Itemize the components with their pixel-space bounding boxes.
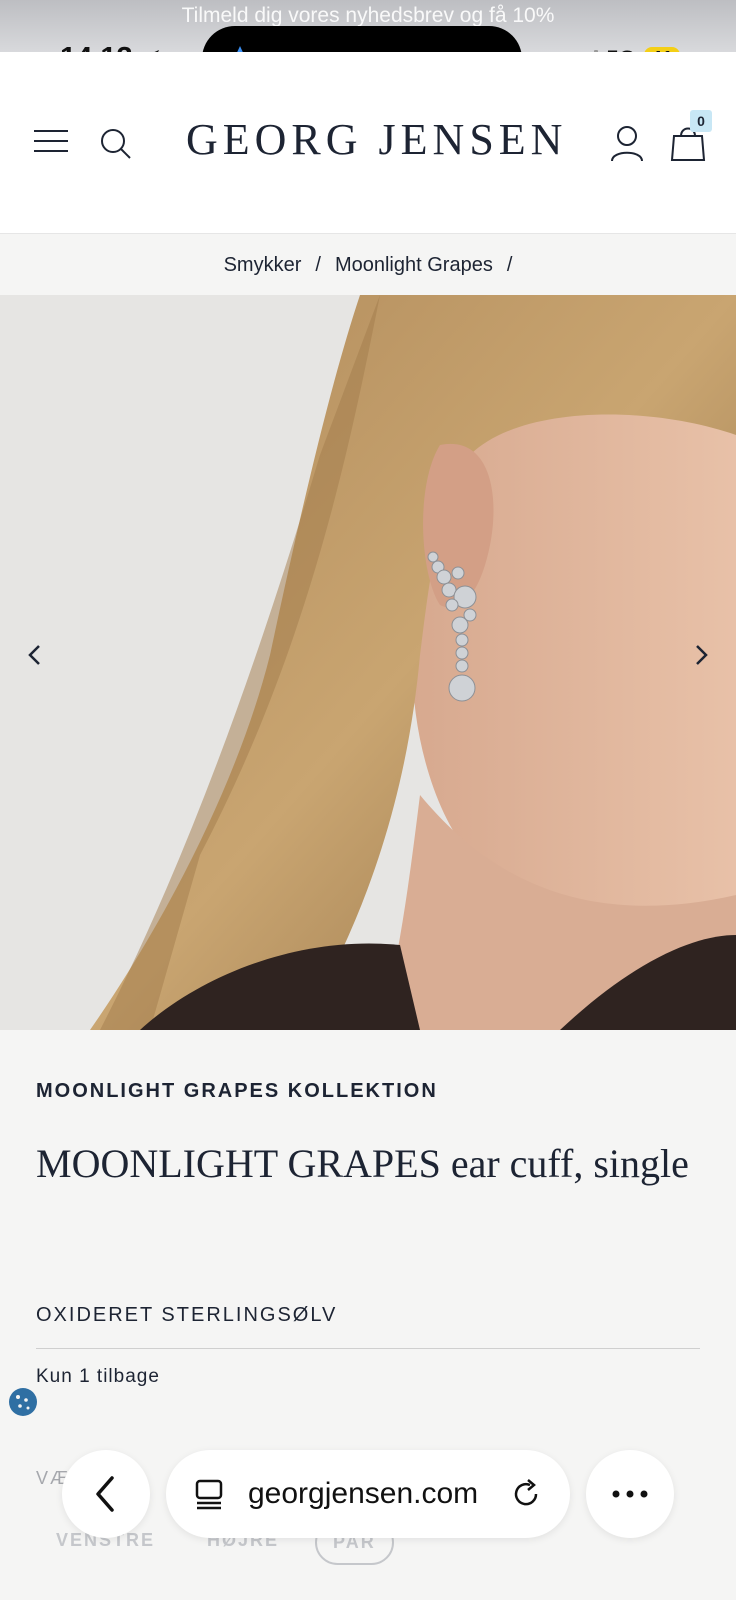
reload-icon[interactable] [510,1478,542,1510]
cart-count-badge: 0 [690,110,712,132]
search-icon[interactable] [98,126,132,160]
browser-back-button[interactable] [62,1450,150,1538]
newsletter-banner[interactable]: Tilmeld dig vores nyhedsbrev og få 10% [0,4,736,28]
divider [36,1348,700,1349]
breadcrumb-item-moonlight-grapes[interactable]: Moonlight Grapes [335,254,493,277]
breadcrumb: Smykker / Moonlight Grapes / [0,235,736,295]
more-button[interactable] [586,1450,674,1538]
tabs-icon[interactable] [194,1478,224,1510]
menu-icon[interactable] [34,128,70,154]
address-bar[interactable]: georgjensen.com [166,1450,570,1538]
product-title: MOONLIGHT GRAPES ear cuff, single [36,1141,689,1186]
breadcrumb-separator: / [315,253,321,276]
collection-label[interactable]: MOONLIGHT GRAPES KOLLEKTION [36,1080,438,1103]
product-photo [0,295,736,1030]
more-icon [612,1490,648,1498]
product-material: OXIDERET STERLINGSØLV [36,1304,338,1326]
stock-status: Kun 1 tilbage [36,1366,160,1387]
chevron-left-icon [96,1476,114,1512]
url-text[interactable]: georgjensen.com [248,1477,478,1511]
brand-logo[interactable]: GEORG JENSEN [186,114,567,165]
carousel-prev-icon[interactable] [20,640,50,670]
cookie-icon[interactable] [7,1386,39,1418]
site-header: GEORG JENSEN 0 [0,52,736,234]
breadcrumb-separator: / [506,253,513,276]
breadcrumb-item-smykker[interactable]: Smykker [224,254,302,277]
product-image-carousel[interactable] [0,295,736,1030]
account-icon[interactable] [610,124,644,162]
carousel-next-icon[interactable] [686,640,716,670]
